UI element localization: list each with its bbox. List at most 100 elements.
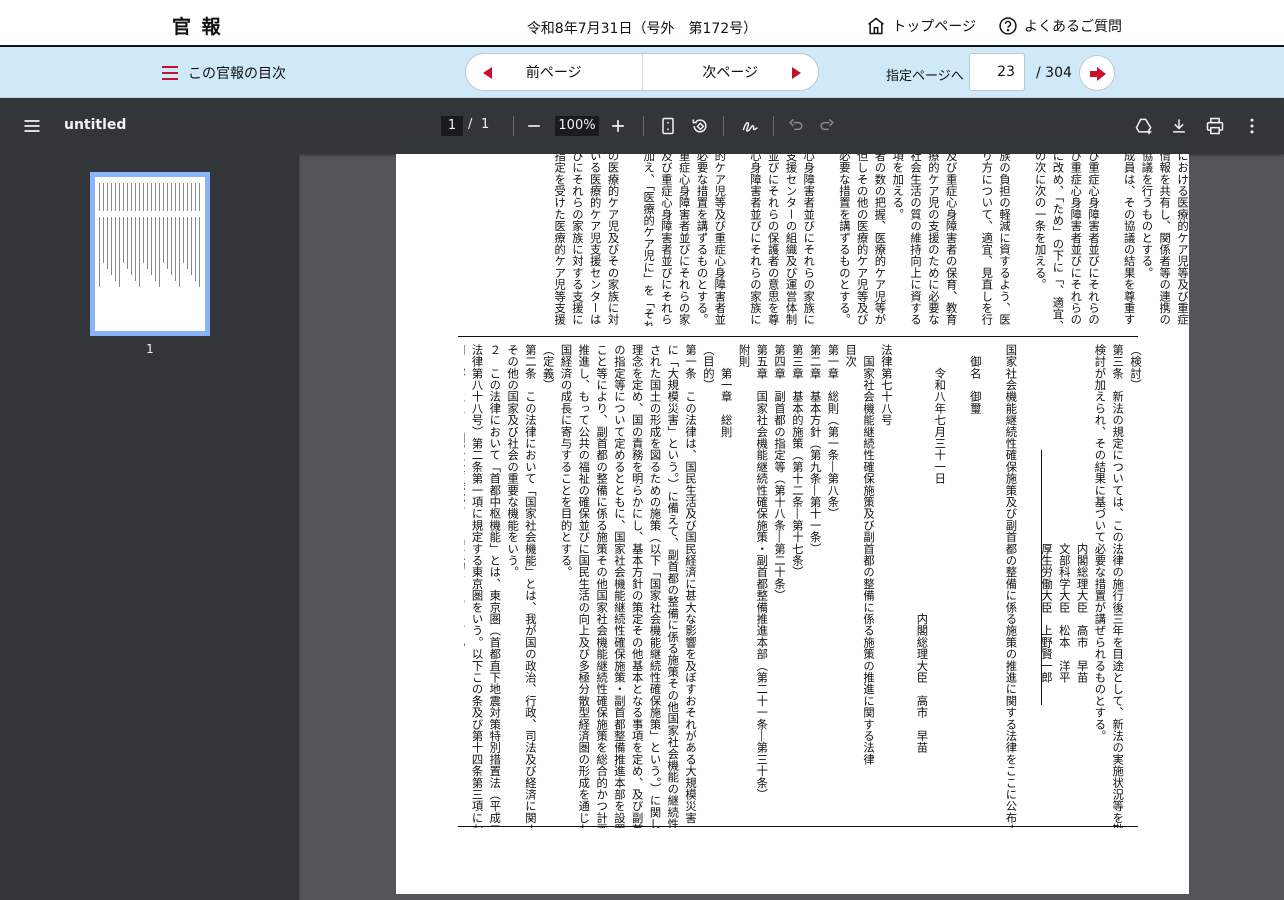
pen-squiggle-icon xyxy=(742,121,758,132)
print-button[interactable] xyxy=(1205,116,1225,136)
text-column: （目的） xyxy=(701,344,715,391)
text-column: における医療的ケア児等及び重症心身 xyxy=(1176,154,1189,326)
text-column: 第一条 この法律は、国民生活及び国民経済に甚大な影響を及ぼすおそれがある大規模災… xyxy=(684,344,698,828)
page-number-input[interactable]: 23 xyxy=(969,53,1025,91)
text-column: の指定等について定めるとともに、国家社会機能継続性確保施策・副首都整備推進本部を… xyxy=(612,344,626,828)
text-column: 必要な措置を講ずるものとする。 xyxy=(695,154,709,326)
site-header: 官 報 令和8年7月31日（号外 第172号） トップページ よくあるご質問 xyxy=(0,0,1284,47)
text-column: 文部科学大臣 松本 洋平 xyxy=(1057,344,1071,684)
add-to-drive-button[interactable] xyxy=(1134,116,1154,136)
page-thumbnail[interactable] xyxy=(90,172,210,336)
text-column xyxy=(948,344,966,828)
undo-button[interactable] xyxy=(786,116,806,136)
text-column: 必要な措置を講ずるものとする。 xyxy=(837,154,851,326)
text-column: 国家社会機能継続性確保施策及び副首都の整備に係る施策の推進に関する法律 xyxy=(862,344,876,766)
plus-icon xyxy=(612,120,624,132)
page-navigation-bar: この官報の目次 前ページ 次ページ 指定ページへ 23 / 304 xyxy=(0,47,1284,98)
fit-to-page-icon xyxy=(662,117,674,135)
zoom-input[interactable]: 100% xyxy=(555,116,599,136)
faq-link[interactable]: よくあるご質問 xyxy=(998,16,1122,36)
top-page-label: トップページ xyxy=(892,19,976,35)
pdf-toolbar: untitled 1 / 1 100% xyxy=(0,98,1284,154)
top-page-link[interactable]: トップページ xyxy=(866,16,976,36)
text-column: 国経済の成長に寄与することを目的とする。 xyxy=(559,344,573,578)
zoom-in-button[interactable] xyxy=(608,116,628,136)
text-column: り方について、適宜、見直しを行うも xyxy=(980,154,994,326)
text-column: 第二章 基本方針（第九条―第十一条） xyxy=(808,344,822,555)
text-column: 御名 御璽 xyxy=(968,344,982,415)
text-column xyxy=(960,154,978,326)
text-column: 的ケア児等及び重症心身障害者並びに xyxy=(713,154,727,326)
text-column: 指定を受けた医療的ケア児等支援セン xyxy=(553,154,567,326)
text-column xyxy=(622,154,640,326)
text-column: 協議を行うものとする。 xyxy=(1140,154,1154,279)
page-separator: / xyxy=(468,117,473,132)
more-vert-icon xyxy=(1250,118,1254,134)
text-column: 内閣総理大臣 高市 早苗 xyxy=(1075,344,1089,684)
current-page-input[interactable]: 1 xyxy=(441,116,463,136)
toc-button[interactable]: この官報の目次 xyxy=(162,63,286,83)
text-column: （定義） xyxy=(541,344,555,391)
redo-button[interactable] xyxy=(817,116,837,136)
text-column: 心身障害者並びにそれらの家族に対す xyxy=(748,154,762,326)
text-column xyxy=(817,154,835,326)
thumbnail-sidebar: 1 xyxy=(0,154,300,900)
text-column xyxy=(1013,154,1031,326)
fit-page-button[interactable] xyxy=(658,116,678,136)
rotate-button[interactable] xyxy=(690,116,710,136)
pager: 前ページ 次ページ xyxy=(465,53,819,91)
text-column: 者の数の把握、医療的ケア児等が医療 xyxy=(873,154,887,326)
pdf-viewer: untitled 1 / 1 100% 1 における医療的ケア児等及び重症心身 … xyxy=(0,98,1284,900)
thumbnail-preview xyxy=(95,177,205,331)
menu-icon xyxy=(162,66,178,80)
triangle-left-icon xyxy=(483,67,492,79)
document-title: untitled xyxy=(64,117,127,133)
go-page-button[interactable] xyxy=(1079,55,1115,91)
text-column: の医療的ケア児及びその家族に対する xyxy=(606,154,620,326)
text-column: 第三章 基本的施策（第十二条―第十七条） xyxy=(790,344,804,578)
text-column: び重症心身障害者並びにそれらの」に、 xyxy=(1069,154,1083,326)
text-column: 法律第七十八号 xyxy=(879,344,893,426)
text-column: に改め、「ため」の下に「、適宜、当 xyxy=(1051,154,1065,326)
text-column: びにそれらの家族に対する支援に関す xyxy=(570,154,584,326)
text-column: 第四章 副首都の指定等（第十八条―第二十条） xyxy=(773,344,787,602)
download-button[interactable] xyxy=(1169,116,1189,136)
text-column: 加え、「医療的ケア児に」を「それらの xyxy=(642,154,656,326)
sidebar-menu-button[interactable] xyxy=(22,116,42,136)
text-column: 項を加える。 xyxy=(891,154,905,221)
pdf-page: における医療的ケア児等及び重症心身 情報を共有し、関係者等の連携の緊密 協議を行うも… xyxy=(396,154,1189,894)
text-column: 第三条 新法の規定については、この法律の施行後三年を目途として、新法の実施状況等… xyxy=(1111,344,1125,828)
text-column: 第五章 国家社会機能継続性確保施策・副首都整備推進本部（第二十一条―第三十条） xyxy=(755,344,769,801)
draw-button[interactable] xyxy=(740,116,760,136)
next-page-button[interactable]: 次ページ xyxy=(643,54,819,90)
text-column: 社会生活の質の維持向上に資する技術 xyxy=(909,154,923,326)
text-column: いる医療的ケア児支援センターは、こ xyxy=(588,154,602,326)
text-column xyxy=(1102,154,1120,326)
text-column: 推進し、もって公共の福祉の確保並びに国民生活の向上及び多極分散型経済圏の形成を通… xyxy=(577,344,591,828)
text-column: 国家社会機能継続性確保施策及び副首都の整備に係る施策の推進に関する法律をここに公… xyxy=(1004,344,1018,828)
print-icon xyxy=(1206,117,1224,135)
more-actions-button[interactable] xyxy=(1242,116,1262,136)
text-column: の次に次の一条を加える。 xyxy=(1033,154,1047,291)
zoom-out-button[interactable] xyxy=(524,116,544,136)
text-column: 支援センターの組織及び運営体制並び xyxy=(784,154,798,326)
text-column: された国土の形成を図るための施策（以下「国家社会機能継続性確保施策」という。）に… xyxy=(648,344,662,828)
text-column: 並びにそれらの保護者の意思を尊重し xyxy=(766,154,780,326)
header-links: トップページ よくあるご質問 xyxy=(866,16,1122,36)
prev-page-button[interactable]: 前ページ xyxy=(466,54,643,90)
text-column: 情報を共有し、関係者等の連携の緊密 xyxy=(1158,154,1172,326)
drive-add-icon xyxy=(1135,118,1152,135)
text-column xyxy=(895,344,913,828)
section-rule xyxy=(458,336,1138,337)
text-column: 理念を定め、国の責務を明らかにし、基本方針の策定その他基本となる事項を定め、及び… xyxy=(630,344,644,828)
text-column: 附則 xyxy=(737,344,751,368)
text-column: 内閣総理大臣 高市 早苗 xyxy=(915,344,929,754)
text-column: 第二条 この法律において「国家社会機能」とは、我が国の政治、行政、司法及び経済に… xyxy=(523,344,537,828)
text-column: に「大規模災害」という。）に備えて、副首都の整備に係る施策その他国家社会機能の継… xyxy=(666,344,680,828)
text-column: 厚生労働大臣 上野賢一郎 xyxy=(1040,344,1054,684)
rotate-icon xyxy=(692,119,707,133)
upper-text-block: における医療的ケア児等及び重症心身 情報を共有し、関係者等の連携の緊密 協議を行うも… xyxy=(456,154,1189,326)
text-column: 第一章 総則 xyxy=(719,344,733,438)
text-column: 目次 xyxy=(844,344,858,368)
text-column: （検討） xyxy=(1129,344,1142,391)
